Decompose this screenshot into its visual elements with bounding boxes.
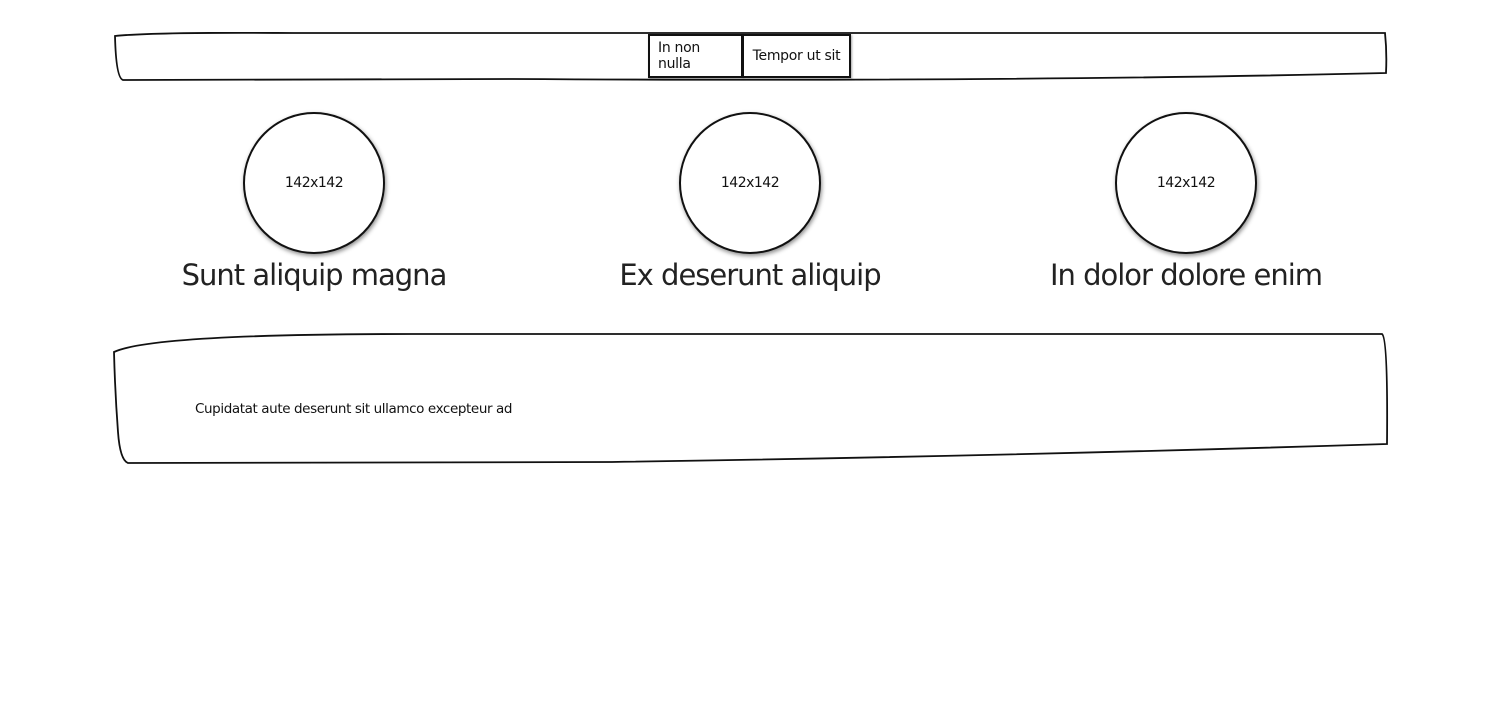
nav-button-tempor-ut-sit[interactable]: Tempor ut sit — [742, 34, 851, 78]
image-placeholder-circle: 142x142 — [679, 112, 821, 254]
feature-card: 142x142 Ex deserunt aliquip — [590, 112, 910, 294]
image-placeholder-label: 142x142 — [720, 175, 780, 191]
feature-title: Ex deserunt aliquip — [619, 258, 881, 292]
image-placeholder-label: 142x142 — [1156, 175, 1216, 191]
content-panel-outline — [113, 333, 1389, 464]
image-placeholder-label: 142x142 — [284, 175, 344, 191]
content-panel — [112, 332, 1389, 466]
nav-button-group: In non nulla Tempor ut sit — [648, 34, 851, 78]
image-placeholder-circle: 142x142 — [1115, 112, 1257, 254]
feature-title: In dolor dolore enim — [1049, 258, 1323, 292]
nav-button-in-non-nulla[interactable]: In non nulla — [648, 34, 743, 78]
feature-card: 142x142 In dolor dolore enim — [1026, 112, 1346, 294]
image-placeholder-circle: 142x142 — [243, 112, 385, 254]
feature-card: 142x142 Sunt aliquip magna — [154, 112, 474, 294]
content-text: Cupidatat aute deserunt sit ullamco exce… — [195, 401, 513, 417]
feature-title: Sunt aliquip magna — [181, 258, 448, 292]
